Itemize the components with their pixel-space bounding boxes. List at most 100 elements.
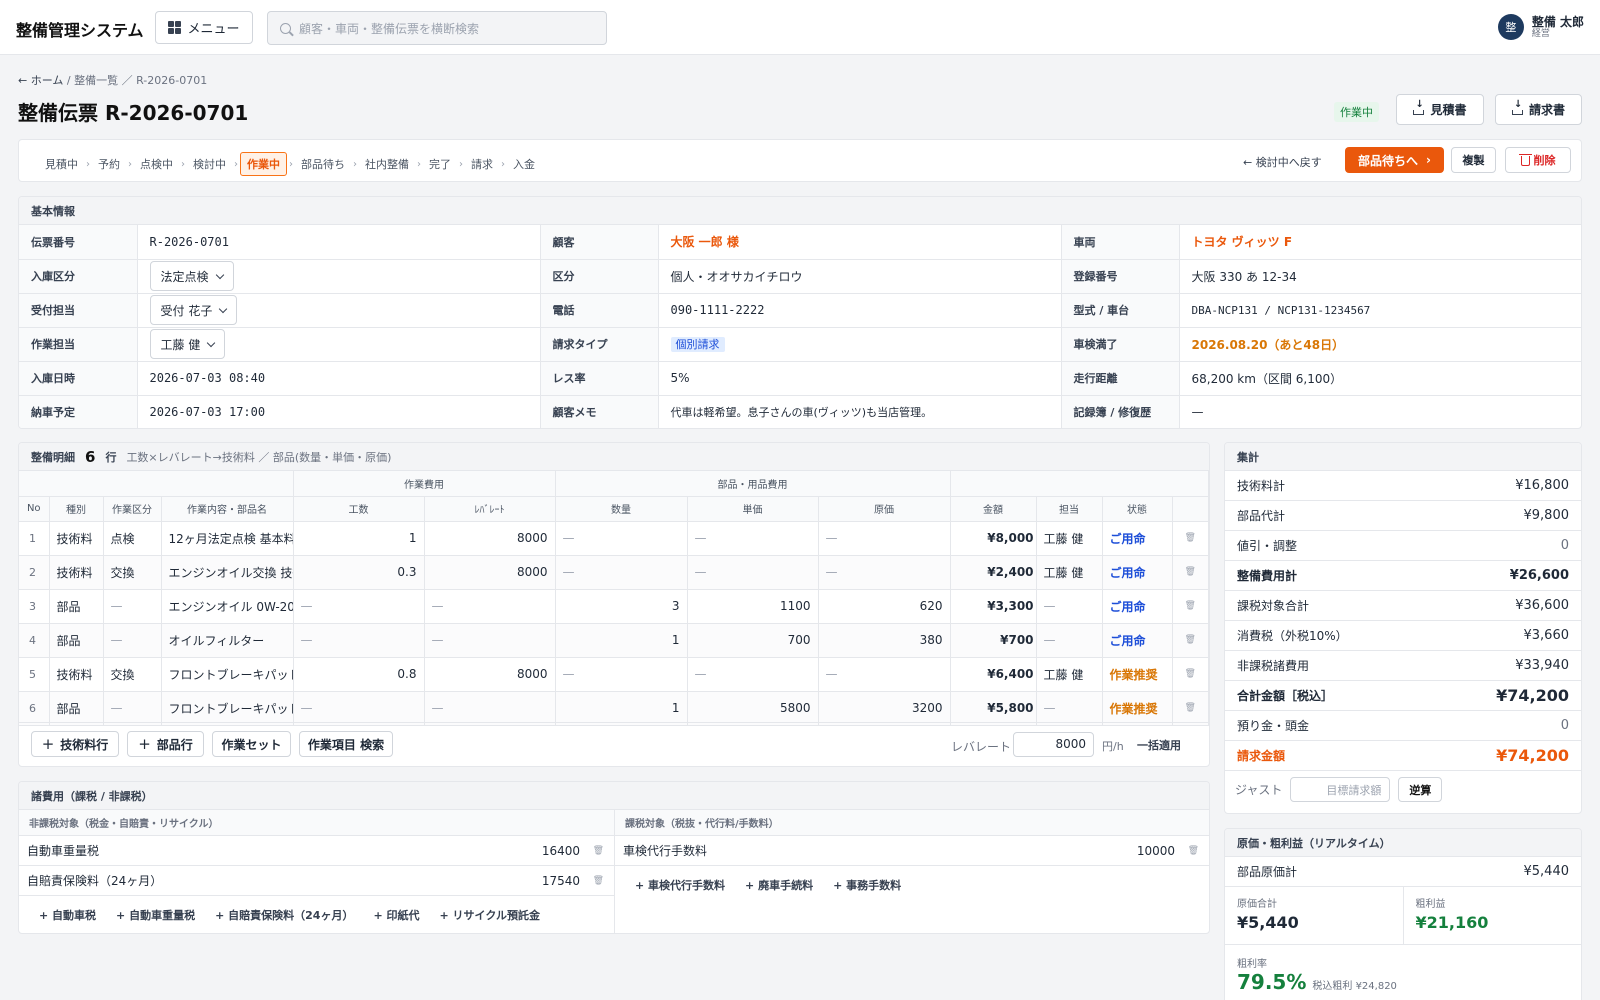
item-name-input[interactable]: 12ヶ月法定点検 基本料 bbox=[161, 521, 294, 556]
unit-price-input[interactable]: — bbox=[687, 657, 819, 692]
invoice-download-button[interactable]: 請求書 bbox=[1495, 94, 1582, 125]
rate-input[interactable]: — bbox=[424, 623, 556, 658]
hours-input[interactable]: — bbox=[293, 623, 425, 658]
unit-price-input[interactable]: 700 bbox=[687, 623, 819, 658]
back-to-review-button[interactable]: ← 検討中へ戻す bbox=[1243, 154, 1322, 170]
apply-all-button[interactable]: 一括適用 bbox=[1137, 737, 1181, 753]
customer-link[interactable]: 大阪 一郎 様 bbox=[671, 235, 739, 249]
unit-price-input[interactable]: — bbox=[687, 521, 819, 556]
user-menu[interactable]: 整 整備 太郎 経営 bbox=[1497, 14, 1584, 40]
status-select[interactable]: ご用命 bbox=[1102, 555, 1173, 590]
add-fee-button[interactable]: + 廃車手続料 bbox=[735, 874, 823, 896]
cost-input[interactable]: — bbox=[818, 555, 951, 590]
quantity-input[interactable]: — bbox=[555, 555, 688, 590]
workflow-step[interactable]: 作業中 bbox=[240, 152, 287, 176]
workflow-step[interactable]: 見積中 bbox=[39, 153, 84, 175]
work-set-button[interactable]: 作業セット bbox=[212, 731, 291, 757]
hours-input[interactable]: 1 bbox=[293, 521, 425, 556]
add-fee-button[interactable]: + 事務手数料 bbox=[823, 874, 911, 896]
staff-select[interactable]: — bbox=[1036, 691, 1103, 726]
add-fee-button[interactable]: + 車検代行手数料 bbox=[625, 874, 735, 896]
status-select[interactable]: ご用命 bbox=[1102, 521, 1173, 556]
workflow-step[interactable]: 予約 bbox=[92, 153, 126, 175]
trash-icon[interactable]: 🗑 bbox=[1172, 657, 1209, 692]
search-work-items-button[interactable]: 作業項目 検索 bbox=[299, 731, 393, 757]
fee-value-input[interactable]: 10000 bbox=[1137, 844, 1175, 858]
global-search-input[interactable]: 顧客・車両・整備伝票を横断検索 bbox=[267, 11, 607, 45]
status-select[interactable]: 作業推奨 bbox=[1102, 691, 1173, 726]
copy-button[interactable]: 複製 bbox=[1451, 147, 1496, 173]
next-status-button[interactable]: 部品待ちへ › bbox=[1345, 147, 1444, 173]
delete-button[interactable]: 削除 bbox=[1505, 147, 1571, 173]
reception-staff-select[interactable]: 受付 花子 bbox=[149, 295, 238, 325]
add-parts-row-button[interactable]: + 部品行 bbox=[127, 731, 204, 757]
quantity-input[interactable]: — bbox=[555, 521, 688, 556]
add-tech-row-button[interactable]: + 技術料行 bbox=[31, 731, 119, 757]
quantity-input[interactable]: 1 bbox=[555, 623, 688, 658]
intake-type-select[interactable]: 法定点検 bbox=[149, 261, 234, 291]
staff-select[interactable]: 工藤 健 bbox=[1036, 521, 1103, 556]
hours-input[interactable]: 0.8 bbox=[293, 657, 425, 692]
cost-input[interactable]: 3200 bbox=[818, 691, 951, 726]
trash-icon[interactable]: 🗑 bbox=[1172, 691, 1209, 726]
trash-icon[interactable]: 🗑 bbox=[1172, 589, 1209, 624]
work-staff-select[interactable]: 工藤 健 bbox=[149, 329, 226, 359]
hours-input[interactable]: — bbox=[293, 691, 425, 726]
staff-select[interactable]: 工藤 健 bbox=[1036, 555, 1103, 590]
unit-price-input[interactable]: 5800 bbox=[687, 691, 819, 726]
status-select[interactable]: 作業推奨 bbox=[1102, 657, 1173, 692]
menu-button[interactable]: メニュー bbox=[155, 11, 253, 44]
add-fee-button[interactable]: + 自動車税 bbox=[29, 904, 106, 926]
item-name-input[interactable]: エンジンオイル 0W-20 bbox=[161, 589, 294, 624]
add-fee-button[interactable]: + リサイクル預託金 bbox=[430, 904, 551, 926]
hours-input[interactable]: — bbox=[293, 589, 425, 624]
item-name-input[interactable]: フロントブレーキパッド bbox=[161, 691, 294, 726]
add-fee-button[interactable]: + 印紙代 bbox=[363, 904, 429, 926]
estimate-download-button[interactable]: 見積書 bbox=[1396, 94, 1484, 125]
fee-value-input[interactable]: 17540 bbox=[542, 874, 580, 888]
staff-select[interactable]: 工藤 健 bbox=[1036, 657, 1103, 692]
staff-select[interactable]: — bbox=[1036, 589, 1103, 624]
rate-input[interactable]: 8000 bbox=[424, 555, 556, 590]
trash-icon[interactable]: 🗑 bbox=[593, 846, 604, 856]
reverse-calc-button[interactable]: 逆算 bbox=[1398, 777, 1443, 802]
item-name-input[interactable]: エンジンオイル交換 技術料 bbox=[161, 555, 294, 590]
deposit-input[interactable]: 0 bbox=[1561, 718, 1569, 733]
trash-icon[interactable]: 🗑 bbox=[1188, 846, 1199, 856]
fee-value-input[interactable]: 16400 bbox=[542, 844, 580, 858]
workflow-step[interactable]: 社内整備 bbox=[359, 153, 415, 175]
cost-input[interactable]: — bbox=[818, 521, 951, 556]
add-fee-button[interactable]: + 自動車重量税 bbox=[106, 904, 205, 926]
status-select[interactable]: ご用命 bbox=[1102, 623, 1173, 658]
unit-price-input[interactable]: — bbox=[687, 555, 819, 590]
item-name-input[interactable]: フロントブレーキパッド交換 bbox=[161, 657, 294, 692]
add-fee-button[interactable]: + 自賠責保険料（24ヶ月） bbox=[205, 904, 363, 926]
labor-rate-input[interactable]: 8000 bbox=[1013, 732, 1094, 757]
item-name-input[interactable]: オイルフィルター bbox=[161, 623, 294, 658]
workflow-step[interactable]: 部品待ち bbox=[295, 153, 351, 175]
breadcrumb-list[interactable]: 整備一覧 bbox=[74, 74, 118, 87]
unit-price-input[interactable]: 1100 bbox=[687, 589, 819, 624]
workflow-step[interactable]: 完了 bbox=[423, 153, 457, 175]
quantity-input[interactable]: 3 bbox=[555, 589, 688, 624]
staff-select[interactable]: — bbox=[1036, 623, 1103, 658]
rate-input[interactable]: 8000 bbox=[424, 521, 556, 556]
trash-icon[interactable]: 🗑 bbox=[593, 876, 604, 886]
workflow-step[interactable]: 請求 bbox=[465, 153, 499, 175]
trash-icon[interactable]: 🗑 bbox=[1172, 521, 1209, 556]
breadcrumb-home[interactable]: ← ホーム bbox=[18, 74, 63, 87]
workflow-step[interactable]: 入金 bbox=[507, 153, 541, 175]
status-select[interactable]: ご用命 bbox=[1102, 589, 1173, 624]
target-amount-input[interactable]: 目標請求額 bbox=[1290, 777, 1391, 802]
rate-input[interactable]: 8000 bbox=[424, 657, 556, 692]
trash-icon[interactable]: 🗑 bbox=[1172, 555, 1209, 590]
vehicle-link[interactable]: トヨタ ヴィッツ F bbox=[1192, 235, 1293, 249]
quantity-input[interactable]: — bbox=[555, 657, 688, 692]
quantity-input[interactable]: 1 bbox=[555, 691, 688, 726]
workflow-step[interactable]: 点検中 bbox=[134, 153, 179, 175]
trash-icon[interactable]: 🗑 bbox=[1172, 623, 1209, 658]
adjustment-input[interactable]: 0 bbox=[1561, 538, 1569, 553]
workflow-step[interactable]: 検討中 bbox=[187, 153, 232, 175]
rate-input[interactable]: — bbox=[424, 691, 556, 726]
cost-input[interactable]: 620 bbox=[818, 589, 951, 624]
